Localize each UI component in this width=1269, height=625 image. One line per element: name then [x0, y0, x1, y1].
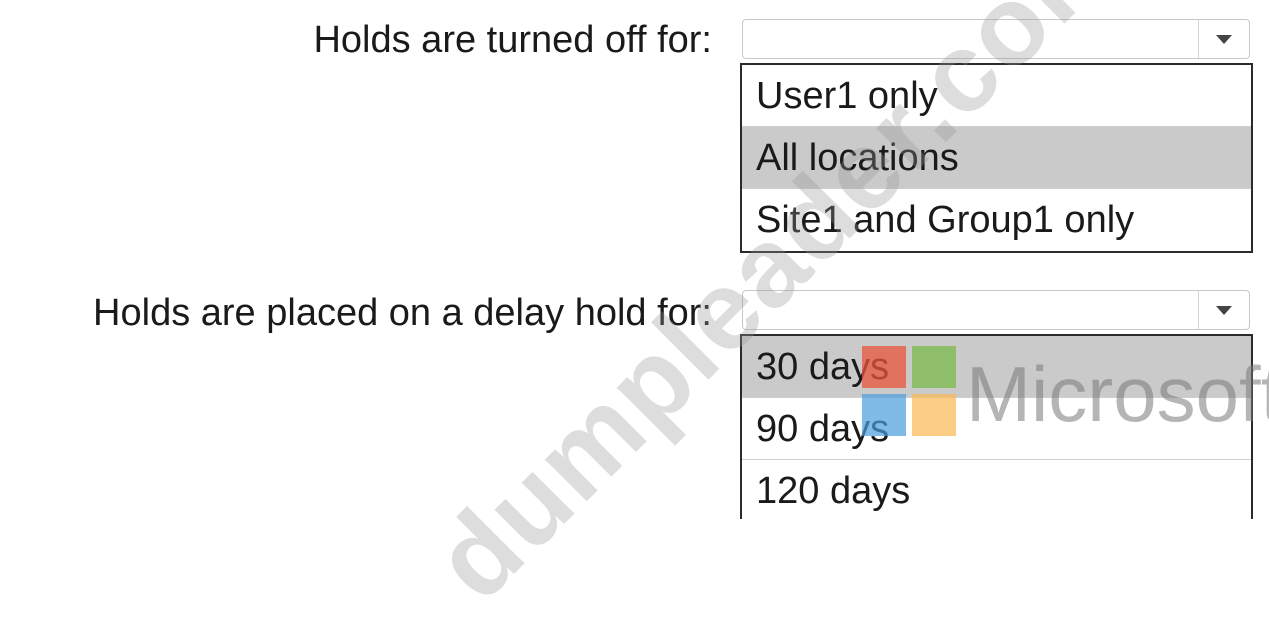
caret-down-icon — [1216, 34, 1232, 44]
caret-down-icon — [1216, 305, 1232, 315]
question-1-label: Holds are turned off for: — [313, 19, 712, 61]
option-user1-only[interactable]: User1 only — [742, 65, 1251, 127]
question-2-label: Holds are placed on a delay hold for: — [93, 292, 712, 334]
question-1-option-list: User1 only All locations Site1 and Group… — [740, 63, 1253, 253]
question-2-dropdown[interactable] — [742, 290, 1250, 330]
option-site1-and-group1-only[interactable]: Site1 and Group1 only — [742, 189, 1251, 251]
option-30-days[interactable]: 30 days — [742, 336, 1251, 398]
question-2-option-list: 30 days 90 days 120 days — [740, 334, 1253, 519]
option-120-days[interactable]: 120 days — [742, 460, 1251, 522]
question-1-dropdown-toggle[interactable] — [1198, 20, 1249, 58]
option-all-locations[interactable]: All locations — [742, 127, 1251, 189]
question-2-dropdown-toggle[interactable] — [1198, 291, 1249, 329]
option-90-days[interactable]: 90 days — [742, 398, 1251, 460]
question-1-dropdown[interactable] — [742, 19, 1250, 59]
